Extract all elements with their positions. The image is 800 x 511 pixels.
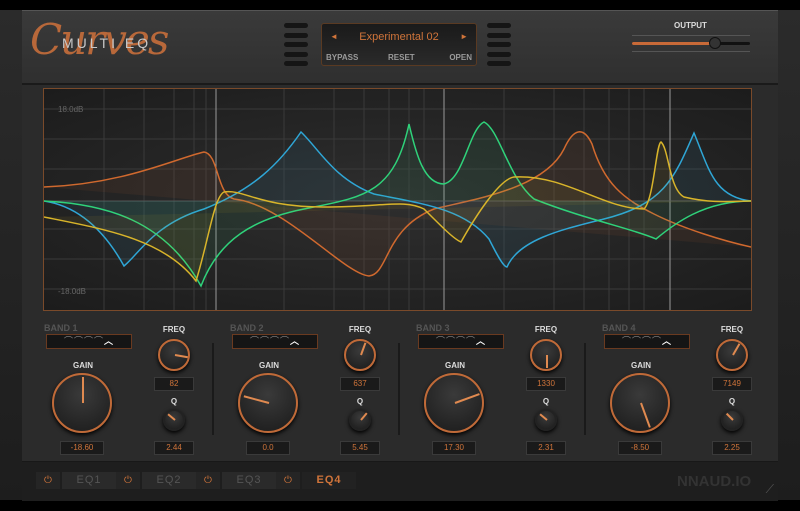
preset-name[interactable]: Experimental 02 [322, 31, 476, 43]
filter-shape-icons[interactable]: ⌒⌒⌒⌒ [64, 336, 104, 346]
freq-value[interactable]: 7149 [712, 377, 752, 391]
eq2-power-icon[interactable]: ⏻ [116, 472, 140, 489]
freq-value[interactable]: 82 [154, 377, 194, 391]
freq-label: FREQ [534, 325, 558, 334]
gain-knob[interactable] [238, 373, 298, 433]
slider-tick-bottom [632, 51, 750, 52]
q-value[interactable]: 2.31 [526, 441, 566, 455]
open-button[interactable]: OPEN [449, 53, 472, 62]
gain-value[interactable]: 17.30 [432, 441, 476, 455]
peak-shape-icon[interactable]: ︿ [290, 336, 300, 346]
slider-tick-top [632, 35, 750, 36]
freq-label: FREQ [348, 325, 372, 334]
eq1-power-icon[interactable]: ⏻ [36, 472, 60, 489]
header: Curves MULTI EQ ◄ Experimental 02 ► BYPA… [22, 11, 778, 85]
band-divider [398, 343, 400, 435]
q-knob[interactable] [349, 409, 371, 431]
filter-shape-icons[interactable]: ⌒⌒⌒⌒ [436, 336, 476, 346]
band-label: BAND 1 [44, 323, 78, 333]
band-label: BAND 4 [602, 323, 636, 333]
eq-curve-display[interactable]: 18.0dB -18.0dB [43, 88, 752, 311]
q-value[interactable]: 2.44 [154, 441, 194, 455]
freq-knob[interactable] [158, 339, 190, 371]
q-label: Q [728, 397, 736, 406]
q-knob[interactable] [163, 409, 185, 431]
slider-thumb[interactable] [708, 37, 721, 49]
gain-knob[interactable] [52, 373, 112, 433]
filter-shape-selector[interactable]: ⌒⌒⌒⌒︿ [418, 334, 504, 349]
filter-shape-icons[interactable]: ⌒⌒⌒⌒ [250, 336, 290, 346]
freq-value[interactable]: 1330 [526, 377, 566, 391]
q-value[interactable]: 5.45 [340, 441, 380, 455]
vent-grille-left [284, 23, 308, 71]
filter-shape-selector[interactable]: ⌒⌒⌒⌒︿ [604, 334, 690, 349]
filter-shape-icons[interactable]: ⌒⌒⌒⌒ [622, 336, 662, 346]
q-knob[interactable] [535, 409, 557, 431]
peak-shape-icon[interactable]: ︿ [104, 336, 114, 346]
plugin-window: Curves MULTI EQ ◄ Experimental 02 ► BYPA… [22, 10, 778, 501]
band-3-panel: BAND 3 ⌒⌒⌒⌒︿ GAIN 17.30 FREQ 1330 Q 2.31 [416, 319, 602, 459]
brand-logo: NNAUD.IO [677, 473, 752, 490]
gain-value[interactable]: -18.60 [60, 441, 104, 455]
db-max-label: 18.0dB [58, 105, 84, 114]
freq-knob[interactable] [716, 339, 748, 371]
tab-eq3[interactable]: EQ3 [222, 472, 276, 489]
db-min-label: -18.0dB [58, 287, 87, 296]
left-rail [0, 10, 22, 500]
next-preset-icon[interactable]: ► [460, 32, 468, 41]
q-value[interactable]: 2.25 [712, 441, 752, 455]
gain-label: GAIN [445, 361, 465, 370]
gain-value[interactable]: -8.50 [618, 441, 662, 455]
gain-knob[interactable] [424, 373, 484, 433]
q-label: Q [542, 397, 550, 406]
eq-curves [44, 89, 751, 310]
band-divider [584, 343, 586, 435]
q-knob[interactable] [721, 409, 743, 431]
band-4-panel: BAND 4 ⌒⌒⌒⌒︿ GAIN -8.50 FREQ 7149 Q 2.25 [602, 319, 788, 459]
freq-knob[interactable] [530, 339, 562, 371]
freq-value[interactable]: 637 [340, 377, 380, 391]
vent-grille-right [487, 23, 511, 71]
eq4-power-icon[interactable]: ⏻ [276, 472, 300, 489]
reset-button[interactable]: RESET [388, 53, 415, 62]
slider-fill [632, 42, 715, 45]
q-label: Q [170, 397, 178, 406]
freq-knob[interactable] [344, 339, 376, 371]
logo-subtitle: MULTI EQ [62, 35, 152, 51]
output-slider[interactable] [632, 33, 750, 53]
footer: ⏻ EQ1 ⏻ EQ2 ⏻ EQ3 ⏻ EQ4 NNAUD.IO ⟋ [22, 461, 778, 501]
bypass-button[interactable]: BYPASS [326, 53, 358, 62]
freq-label: FREQ [162, 325, 186, 334]
filter-shape-selector[interactable]: ⌒⌒⌒⌒︿ [46, 334, 132, 349]
tab-eq4[interactable]: EQ4 [302, 472, 356, 489]
filter-shape-selector[interactable]: ⌒⌒⌒⌒︿ [232, 334, 318, 349]
tab-eq2[interactable]: EQ2 [142, 472, 196, 489]
tab-eq1[interactable]: EQ1 [62, 472, 116, 489]
band-label: BAND 3 [416, 323, 450, 333]
band-1-panel: BAND 1 ⌒⌒⌒⌒︿ GAIN -18.60 FREQ 82 Q 2.44 [44, 319, 230, 459]
resize-grip-icon[interactable]: ⟋ [766, 482, 774, 497]
eq3-power-icon[interactable]: ⏻ [196, 472, 220, 489]
preset-display: ◄ Experimental 02 ► BYPASS RESET OPEN [321, 23, 477, 66]
gain-label: GAIN [259, 361, 279, 370]
output-label: OUTPUT [674, 21, 707, 30]
q-label: Q [356, 397, 364, 406]
gain-label: GAIN [73, 361, 93, 370]
freq-label: FREQ [720, 325, 744, 334]
gain-label: GAIN [631, 361, 651, 370]
band-label: BAND 2 [230, 323, 264, 333]
peak-shape-icon[interactable]: ︿ [662, 336, 672, 346]
band-divider [212, 343, 214, 435]
gain-value[interactable]: 0.0 [246, 441, 290, 455]
gain-knob[interactable] [610, 373, 670, 433]
peak-shape-icon[interactable]: ︿ [476, 336, 486, 346]
band-2-panel: BAND 2 ⌒⌒⌒⌒︿ GAIN 0.0 FREQ 637 Q 5.45 [230, 319, 416, 459]
